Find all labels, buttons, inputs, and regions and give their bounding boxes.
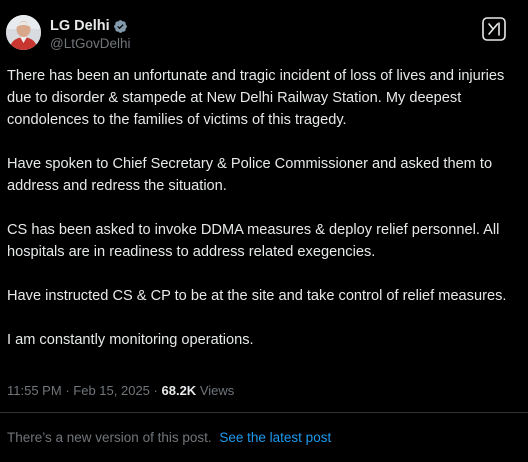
post-header: LG Delhi @LtGovDelhi xyxy=(6,13,516,57)
views-count[interactable]: 68.2K xyxy=(162,383,197,398)
verified-badge-icon xyxy=(113,19,128,34)
post-date[interactable]: Feb 15, 2025 xyxy=(73,383,150,398)
post-time[interactable]: 11:55 PM xyxy=(7,383,62,398)
post-card: LG Delhi @LtGovDelhi There has been an u… xyxy=(0,0,528,462)
author-handle[interactable]: @LtGovDelhi xyxy=(50,36,131,51)
grok-icon[interactable] xyxy=(482,17,506,41)
author-name-row: LG Delhi xyxy=(50,17,128,35)
post-paragraph: CS has been asked to invoke DDMA measure… xyxy=(7,222,500,260)
post-metadata: 11:55 PM · Feb 15, 2025 · 68.2K Views xyxy=(7,383,234,398)
avatar-image xyxy=(6,15,41,50)
meta-separator: · xyxy=(153,383,158,398)
post-paragraph: There has been an unfortunate and tragic… xyxy=(7,68,505,128)
see-latest-post-link[interactable]: See the latest post xyxy=(219,430,331,445)
post-paragraph: Have spoken to Chief Secretary & Police … xyxy=(7,156,493,194)
post-text: There has been an unfortunate and tragic… xyxy=(7,65,517,373)
divider xyxy=(0,412,528,413)
post-paragraph: Have instructed CS & CP to be at the sit… xyxy=(7,288,507,304)
new-version-notice: There’s a new version of this post. See … xyxy=(7,430,331,445)
post-paragraph: I am constantly monitoring operations. xyxy=(7,332,254,348)
author-name[interactable]: LG Delhi xyxy=(50,18,110,34)
notice-text: There’s a new version of this post. xyxy=(7,430,212,445)
meta-separator: · xyxy=(65,383,70,398)
views-label: Views xyxy=(199,383,235,398)
avatar[interactable] xyxy=(6,15,41,50)
